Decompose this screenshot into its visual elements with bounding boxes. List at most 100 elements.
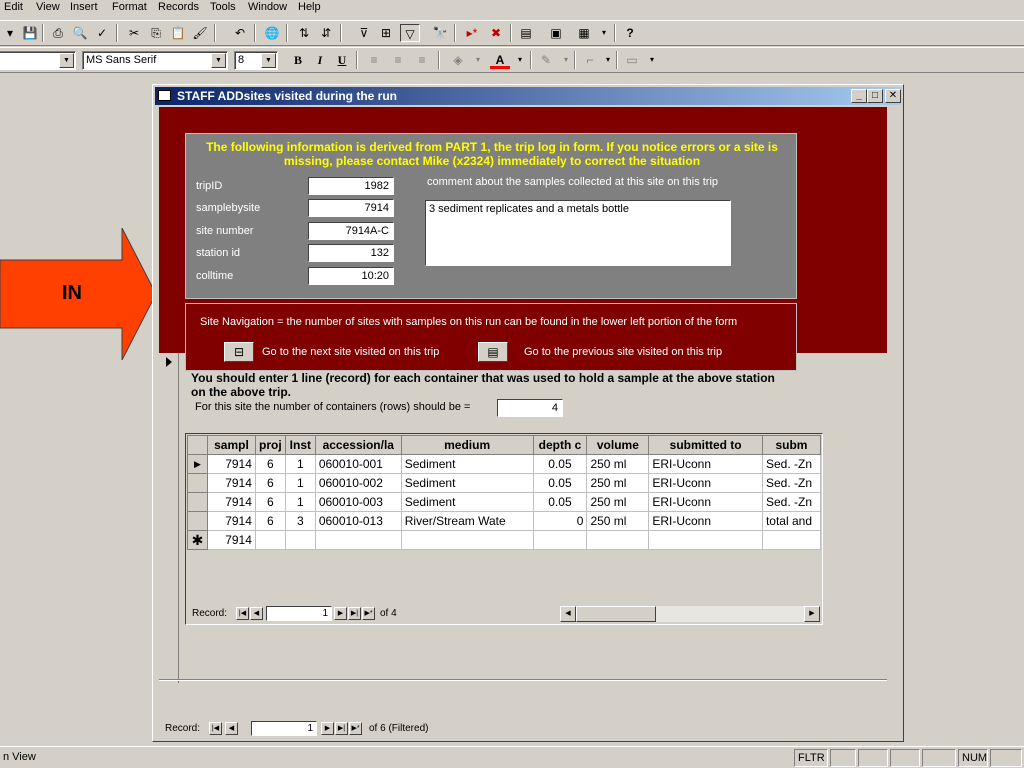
menu-view[interactable]: View: [36, 1, 60, 13]
font-size-combo[interactable]: 8 ▼: [234, 51, 278, 70]
table-cell[interactable]: 6: [254, 454, 286, 474]
align-center-icon[interactable]: ≡: [388, 51, 408, 69]
fill-color-icon[interactable]: ◈: [448, 51, 468, 69]
table-cell[interactable]: 250 ml: [586, 511, 650, 531]
last-record-icon[interactable]: ▶|: [335, 722, 348, 735]
table-cell[interactable]: 250 ml: [586, 454, 650, 474]
table-cell[interactable]: [314, 530, 402, 550]
column-header[interactable]: submitted to: [648, 435, 763, 455]
new-record-icon[interactable]: ▸*: [462, 24, 482, 42]
chevron-down-icon[interactable]: ▾: [642, 51, 662, 69]
print-icon[interactable]: ⎙: [48, 24, 68, 42]
underline-button[interactable]: U: [332, 51, 352, 69]
chevron-down-icon[interactable]: ▼: [261, 53, 276, 68]
special-effect-icon[interactable]: ⌐: [580, 51, 600, 69]
table-cell[interactable]: ERI-Uconn: [648, 473, 763, 493]
table-cell[interactable]: 7914: [206, 492, 256, 512]
tripid-field[interactable]: 1982: [308, 177, 394, 195]
column-header[interactable]: Inst: [284, 435, 316, 455]
table-row[interactable]: ▶ 7914 6 1 060010-001 Sediment 0.05 250 …: [187, 454, 821, 474]
table-cell[interactable]: [532, 530, 588, 550]
table-cell[interactable]: River/Stream Wate: [400, 511, 534, 531]
table-cell[interactable]: Sediment: [400, 492, 534, 512]
delete-record-icon[interactable]: ✖: [486, 24, 506, 42]
bold-button[interactable]: B: [288, 51, 308, 69]
close-icon[interactable]: ✕: [885, 89, 901, 103]
undo-icon[interactable]: ↶: [230, 24, 250, 42]
table-cell[interactable]: 060010-002: [314, 473, 402, 493]
menu-insert[interactable]: Insert: [70, 1, 98, 13]
table-cell[interactable]: 7914: [206, 473, 256, 493]
copy-icon[interactable]: ⎘: [146, 24, 166, 42]
table-cell[interactable]: 1: [284, 454, 316, 474]
scroll-left-icon[interactable]: ◀: [560, 606, 576, 622]
chevron-down-icon[interactable]: ▾: [556, 51, 576, 69]
scroll-right-icon[interactable]: ▶: [804, 606, 820, 622]
new-record-icon[interactable]: ▶*: [349, 722, 362, 735]
table-cell[interactable]: [761, 530, 821, 550]
colltime-field[interactable]: 10:20: [308, 267, 394, 285]
samplebysite-field[interactable]: 7914: [308, 199, 394, 217]
select-all-cell[interactable]: [187, 435, 208, 455]
line-color-icon[interactable]: ✎: [536, 51, 556, 69]
menu-edit[interactable]: Edit: [4, 1, 23, 13]
sort-ascending-icon[interactable]: ⇅: [294, 24, 314, 42]
chevron-down-icon[interactable]: ▼: [211, 53, 226, 68]
table-cell[interactable]: Sed. -Zn: [761, 454, 821, 474]
menu-tools[interactable]: Tools: [210, 1, 236, 13]
table-cell[interactable]: 060010-001: [314, 454, 402, 474]
site-number-field[interactable]: 7914A-C: [308, 222, 394, 240]
table-cell[interactable]: 0.05: [532, 492, 588, 512]
new-object-icon[interactable]: ▦: [574, 24, 594, 42]
table-cell[interactable]: [586, 530, 650, 550]
align-left-icon[interactable]: ≡: [364, 51, 384, 69]
table-cell[interactable]: 250 ml: [586, 492, 650, 512]
table-row[interactable]: 7914 6 1 060010-003 Sediment 0.05 250 ml…: [187, 492, 821, 512]
sort-descending-icon[interactable]: ⇵: [316, 24, 336, 42]
line-width-icon[interactable]: ▭: [622, 51, 642, 69]
chevron-down-icon[interactable]: ▾: [598, 51, 618, 69]
last-record-icon[interactable]: ▶|: [348, 607, 361, 620]
menu-window[interactable]: Window: [248, 1, 287, 13]
menu-format[interactable]: Format: [112, 1, 147, 13]
table-cell[interactable]: total and: [761, 511, 821, 531]
previous-record-icon[interactable]: ◀: [225, 722, 238, 735]
table-cell[interactable]: [400, 530, 534, 550]
new-record-row[interactable]: ✱ 7914: [187, 530, 821, 550]
table-cell[interactable]: Sed. -Zn: [761, 492, 821, 512]
table-cell[interactable]: ERI-Uconn: [648, 492, 763, 512]
comment-textarea[interactable]: 3 sediment replicates and a metals bottl…: [425, 200, 731, 266]
column-header[interactable]: proj: [254, 435, 286, 455]
view-dropdown-icon[interactable]: ▾: [0, 24, 20, 42]
table-cell[interactable]: Sed. -Zn: [761, 473, 821, 493]
filter-by-selection-icon[interactable]: ⊽: [354, 24, 374, 42]
new-record-icon[interactable]: ✱: [187, 530, 208, 550]
column-header[interactable]: accession/la: [314, 435, 402, 455]
table-cell[interactable]: [648, 530, 763, 550]
table-cell[interactable]: 0: [532, 511, 588, 531]
station-id-field[interactable]: 132: [308, 244, 394, 262]
table-cell[interactable]: 060010-013: [314, 511, 402, 531]
table-row[interactable]: 7914 6 1 060010-002 Sediment 0.05 250 ml…: [187, 473, 821, 493]
object-combo[interactable]: ▼: [0, 51, 76, 70]
find-icon[interactable]: 🔭: [430, 24, 450, 42]
hyperlink-icon[interactable]: 🌐: [262, 24, 282, 42]
column-header[interactable]: sampl: [206, 435, 256, 455]
table-cell[interactable]: 1: [284, 473, 316, 493]
next-record-icon[interactable]: ▶: [334, 607, 347, 620]
column-header[interactable]: volume: [586, 435, 650, 455]
new-object-dropdown-icon[interactable]: ▾: [594, 24, 614, 42]
menu-help[interactable]: Help: [298, 1, 321, 13]
horizontal-scrollbar[interactable]: ◀ ▶: [560, 606, 820, 622]
save-icon[interactable]: 💾: [20, 24, 40, 42]
help-icon[interactable]: ?: [620, 24, 640, 42]
table-cell[interactable]: Sediment: [400, 473, 534, 493]
cut-icon[interactable]: ✂: [124, 24, 144, 42]
table-cell[interactable]: ERI-Uconn: [648, 454, 763, 474]
print-preview-icon[interactable]: 🔍: [70, 24, 90, 42]
minimize-icon[interactable]: _: [851, 89, 867, 103]
table-cell[interactable]: 0.05: [532, 473, 588, 493]
apply-filter-icon[interactable]: ▽: [400, 24, 420, 42]
table-cell[interactable]: 0.05: [532, 454, 588, 474]
column-header[interactable]: medium: [400, 435, 534, 455]
